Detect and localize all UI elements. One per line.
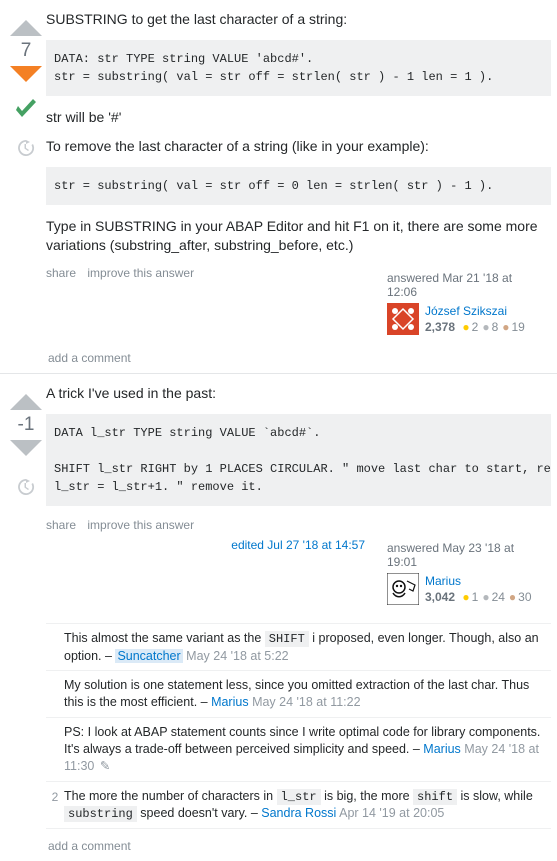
vote-score: 7 (21, 40, 32, 62)
code-block: DATA l_str TYPE string VALUE `abcd#`. SH… (46, 414, 551, 506)
comment-date: Apr 14 '19 at 20:05 (339, 806, 444, 820)
comment-user[interactable]: Marius (423, 742, 461, 756)
add-comment-link[interactable]: add a comment (48, 839, 551, 853)
comment-date: May 24 '18 at 5:22 (186, 649, 288, 663)
share-link[interactable]: share (46, 518, 76, 532)
post-menu: share improve this answer (46, 518, 202, 532)
post-body: A trick I've used in the past: DATA l_st… (46, 384, 551, 829)
answer: -1 A trick I've used in the past: DATA l… (0, 374, 557, 861)
vote-column: -1 (6, 384, 46, 829)
upvote-icon[interactable] (8, 386, 44, 412)
comment-user[interactable]: Sandra Rossi (261, 806, 336, 820)
user-name[interactable]: József Szikszai (425, 304, 507, 318)
upvote-icon[interactable] (8, 12, 44, 38)
inline-code: SHIFT (265, 631, 309, 647)
post-text: Type in SUBSTRING in your ABAP Editor an… (46, 217, 551, 256)
comment-body: This almost the same variant as the SHIF… (64, 630, 551, 664)
comments: This almost the same variant as the SHIF… (46, 623, 551, 829)
inline-code: shift (413, 789, 457, 805)
inline-code: substring (64, 806, 137, 822)
vote-score: -1 (18, 414, 35, 436)
downvote-icon[interactable] (8, 438, 44, 464)
pencil-icon: ✎ (100, 759, 110, 773)
comment-score (46, 724, 64, 775)
user-rep: 2,378 (425, 320, 455, 334)
answer: 7 SUBSTRING to get the last character of… (0, 0, 557, 374)
user-name[interactable]: Marius (425, 574, 461, 588)
code-block: DATA: str TYPE string VALUE 'abcd#'. str… (46, 40, 551, 96)
post-menu: share improve this answer (46, 266, 202, 280)
post-text: str will be '#' (46, 108, 551, 128)
comment-body: My solution is one statement less, since… (64, 677, 551, 711)
inline-code: l_str (277, 789, 321, 805)
user-card: answered May 23 '18 at 19:01 Marius 3,04… (381, 536, 551, 611)
downvote-icon[interactable] (8, 64, 44, 90)
comment-user[interactable]: Marius (211, 695, 249, 709)
edited-time[interactable]: edited Jul 27 '18 at 14:57 (231, 536, 365, 552)
post-text: To remove the last character of a string… (46, 137, 551, 157)
add-comment-link[interactable]: add a comment (48, 351, 551, 365)
comment: My solution is one statement less, since… (46, 670, 551, 717)
vote-column: 7 (6, 10, 46, 341)
post-text: A trick I've used in the past: (46, 384, 551, 404)
user-card: answered Mar 21 '18 at 12:06 József Szik… (381, 266, 551, 341)
user-badges: 2819 (458, 320, 524, 334)
post-body: SUBSTRING to get the last character of a… (46, 10, 551, 341)
post-text: SUBSTRING to get the last character of a… (46, 10, 551, 30)
comment-body: PS: I look at ABAP statement counts sinc… (64, 724, 551, 775)
comment-score: 2 (46, 788, 64, 822)
improve-link[interactable]: improve this answer (87, 518, 194, 532)
comment: PS: I look at ABAP statement counts sinc… (46, 717, 551, 781)
code-block: str = substring( val = str off = 0 len =… (46, 167, 551, 205)
improve-link[interactable]: improve this answer (87, 266, 194, 280)
comment-score (46, 677, 64, 711)
comment-date: May 24 '18 at 11:22 (252, 695, 360, 709)
answered-time: answered May 23 '18 at 19:01 (387, 541, 545, 569)
user-badges: 12430 (458, 590, 531, 604)
comment-score (46, 630, 64, 664)
comment: 2 The more the number of characters in l… (46, 781, 551, 829)
history-icon[interactable] (17, 139, 35, 160)
answered-time: answered Mar 21 '18 at 12:06 (387, 271, 545, 299)
share-link[interactable]: share (46, 266, 76, 280)
comment: This almost the same variant as the SHIF… (46, 623, 551, 670)
accepted-check-icon (10, 94, 42, 129)
history-icon[interactable] (17, 478, 35, 499)
comment-user[interactable]: Suncatcher (115, 649, 182, 663)
user-rep: 3,042 (425, 590, 455, 604)
avatar[interactable] (387, 573, 419, 605)
avatar[interactable] (387, 303, 419, 335)
comment-body: The more the number of characters in l_s… (64, 788, 551, 822)
